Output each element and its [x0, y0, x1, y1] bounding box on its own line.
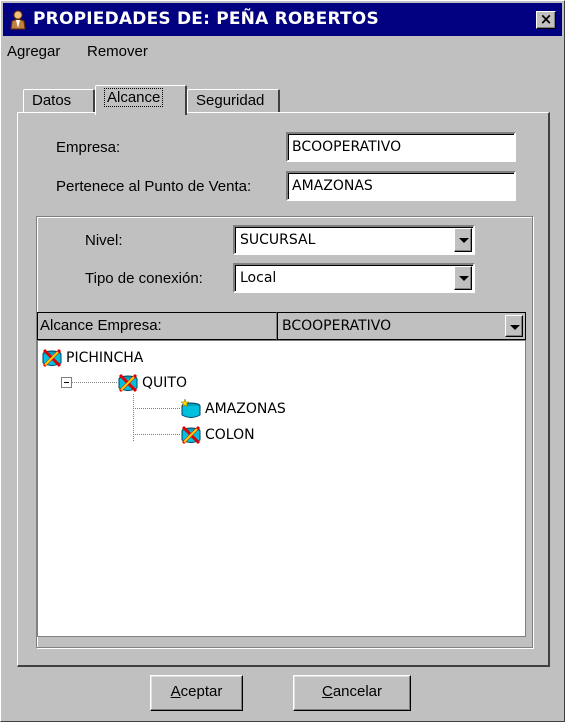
cancel-label: ancelar [332, 683, 383, 700]
conexion-label: Tipo de conexión: [85, 270, 203, 287]
menu-remover[interactable]: Remover [87, 43, 148, 60]
tab-datos[interactable]: Datos [23, 89, 95, 113]
empresa-label: Empresa: [56, 139, 121, 156]
properties-window: PROPIEDADES DE: PEÑA ROBERTOS × Agregar … [0, 0, 565, 722]
alcance-empresa-select[interactable]: BCOOPERATIVO [277, 312, 526, 340]
tree-node-label: QUITO [142, 375, 187, 391]
accept-label: ceptar [180, 683, 223, 700]
cancel-button[interactable]: Cancelar [293, 675, 411, 711]
conexion-select-value: Local [240, 270, 277, 286]
tree-connector [133, 434, 180, 435]
accept-mnemonic: A [170, 683, 181, 700]
tab-datos-label: Datos [32, 92, 72, 109]
scope-tree[interactable]: PICHINCHA QUITO AMAZONAS COLON [37, 340, 526, 637]
chevron-down-icon[interactable] [454, 266, 472, 290]
nivel-label: Nivel: [85, 232, 123, 249]
tree-connector [133, 408, 180, 409]
tree-node-label: PICHINCHA [66, 350, 144, 366]
tab-seguridad-label: Seguridad [196, 92, 265, 109]
punto-venta-label: Pertenece al Punto de Venta: [56, 178, 252, 195]
tree-connector [67, 382, 117, 383]
tree-node-label: COLON [205, 427, 255, 443]
alcance-empresa-label: Alcance Empresa: [37, 312, 277, 340]
cancel-mnemonic: C [321, 683, 333, 700]
collapse-icon[interactable] [61, 377, 72, 388]
empresa-field[interactable]: BCOOPERATIVO [286, 132, 516, 162]
tab-seguridad[interactable]: Seguridad [187, 89, 280, 113]
window-title: PROPIEDADES DE: PEÑA ROBERTOS [33, 9, 379, 29]
tab-alcance-label: Alcance [104, 88, 164, 107]
conexion-select[interactable]: Local [233, 263, 475, 293]
accept-button[interactable]: Aceptar [150, 675, 243, 711]
nivel-select[interactable]: SUCURSAL [233, 225, 475, 255]
punto-venta-field[interactable]: AMAZONAS [286, 171, 516, 201]
alcance-empresa-value: BCOOPERATIVO [282, 318, 392, 334]
database-locked-icon [42, 348, 62, 368]
database-locked-icon [118, 373, 138, 393]
user-icon [10, 10, 26, 30]
chevron-down-icon[interactable] [454, 228, 472, 252]
tree-node-label: AMAZONAS [205, 401, 286, 417]
menu-agregar[interactable]: Agregar [7, 43, 60, 60]
close-button[interactable]: × [536, 11, 556, 29]
tab-alcance[interactable]: Alcance [95, 85, 187, 115]
chevron-down-icon[interactable] [505, 315, 523, 337]
database-selected-icon [180, 398, 201, 418]
nivel-select-value: SUCURSAL [240, 232, 316, 248]
database-locked-icon [181, 425, 201, 445]
alcance-empresa-row: Alcance Empresa: BCOOPERATIVO [37, 312, 526, 340]
title-bar[interactable]: PROPIEDADES DE: PEÑA ROBERTOS × [3, 3, 562, 36]
